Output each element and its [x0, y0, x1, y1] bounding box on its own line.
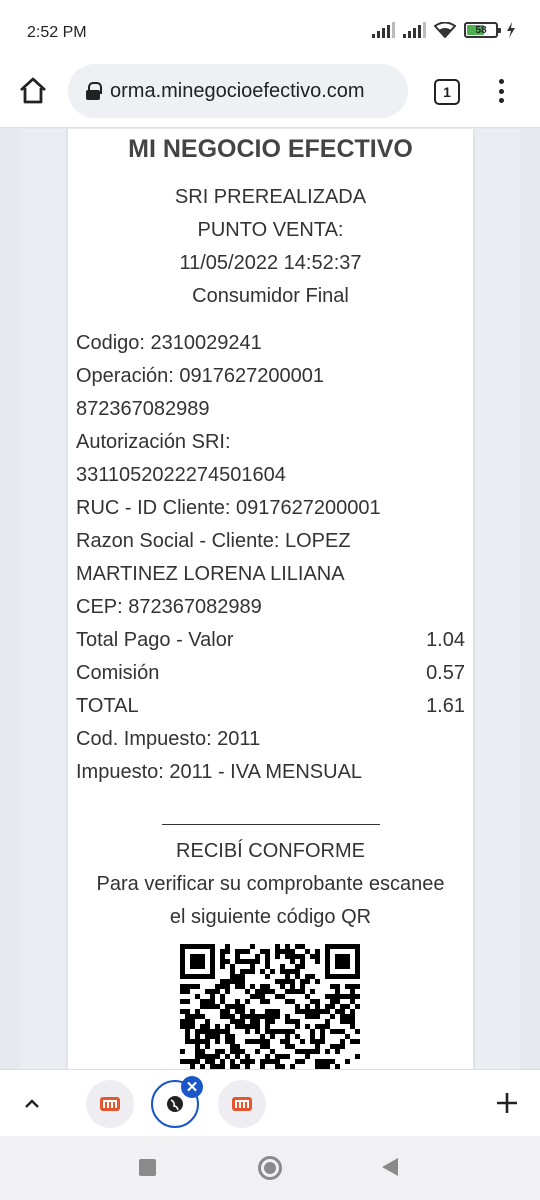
home-nav-icon[interactable] [258, 1156, 282, 1180]
wifi-icon [434, 22, 456, 38]
autorizacion-label: Autorización SRI: [76, 431, 231, 453]
tab-thumbnail-active[interactable]: ✕ [151, 1076, 203, 1128]
system-nav-bar [0, 1136, 540, 1200]
amount-label: Total Pago - Valor [76, 629, 234, 651]
new-tab-plus-icon[interactable] [494, 1090, 520, 1116]
address-bar[interactable]: orma.minegocioefectivo.com [68, 64, 408, 118]
tab-strip: ✕ [0, 1069, 540, 1136]
browser-toolbar: orma.minegocioefectivo.com 1 [0, 60, 540, 128]
battery-icon: 58 [464, 22, 501, 38]
site-favicon-icon-2 [232, 1097, 252, 1111]
back-nav-icon[interactable] [382, 1158, 398, 1176]
globe-icon [167, 1096, 183, 1112]
status-bar: 2:52 PM 58 [0, 0, 540, 60]
ruc-line: RUC - ID Cliente: 0917627200001 [76, 497, 381, 519]
qr-code [180, 944, 360, 1069]
signal-icon [372, 22, 395, 38]
tab-thumbnail-2[interactable] [218, 1080, 266, 1128]
chevron-up-icon[interactable] [22, 1094, 42, 1114]
commission-label: Comisión [76, 662, 160, 684]
tab-switcher-button[interactable]: 1 [434, 79, 460, 105]
amount-value: 1.04 [426, 629, 465, 651]
receipt: MI NEGOCIO EFECTIVO SRI PREREALIZADA PUN… [68, 129, 473, 1069]
autorizacion-value: 3311052022274501604 [76, 464, 286, 486]
page-content: MI NEGOCIO EFECTIVO SRI PREREALIZADA PUN… [0, 129, 540, 1069]
recents-icon[interactable] [139, 1159, 156, 1176]
razon-social-line-2: MARTINEZ LORENA LILIANA [76, 563, 345, 585]
cep-line: CEP: 872367082989 [76, 596, 262, 618]
charging-icon [507, 22, 515, 38]
home-icon[interactable] [18, 76, 48, 106]
codigo-line: Codigo: 2310029241 [76, 332, 262, 354]
url-text[interactable]: orma.minegocioefectivo.com [110, 80, 365, 103]
operacion-line: Operación: 0917627200001 [76, 365, 324, 387]
more-menu-icon[interactable] [494, 76, 508, 106]
punto-venta: PUNTO VENTA: [197, 219, 344, 241]
recibi-conforme: RECIBÍ CONFORME [176, 840, 365, 862]
verify-instructions: Para verificar su comprobante escanee [96, 873, 445, 895]
total-value: 1.61 [426, 695, 465, 717]
operacion-line-2: 872367082989 [76, 398, 210, 420]
status-time: 2:52 PM [27, 24, 87, 41]
receipt-type: SRI PREREALIZADA [174, 186, 367, 208]
verify-instructions-2: el siguiente código QR [169, 906, 372, 928]
impuesto-line: Impuesto: 2011 - IVA MENSUAL [76, 761, 363, 783]
signal-icon-2 [403, 22, 426, 38]
status-icons: 58 [372, 22, 516, 38]
signature-line [162, 824, 380, 825]
receipt-datetime: 11/05/2022 14:52:37 [179, 252, 362, 274]
commission-value: 0.57 [426, 662, 465, 684]
total-label: TOTAL [76, 695, 139, 717]
tab-thumbnail[interactable] [86, 1080, 134, 1128]
site-favicon-icon [100, 1097, 120, 1111]
lock-icon[interactable] [86, 82, 102, 100]
razon-social-line: Razon Social - Cliente: LOPEZ [76, 530, 351, 552]
close-tab-icon[interactable]: ✕ [181, 1076, 203, 1098]
cod-impuesto-line: Cod. Impuesto: 2011 [76, 728, 261, 750]
receipt-title: MI NEGOCIO EFECTIVO [128, 135, 413, 163]
customer-type: Consumidor Final [192, 285, 349, 307]
